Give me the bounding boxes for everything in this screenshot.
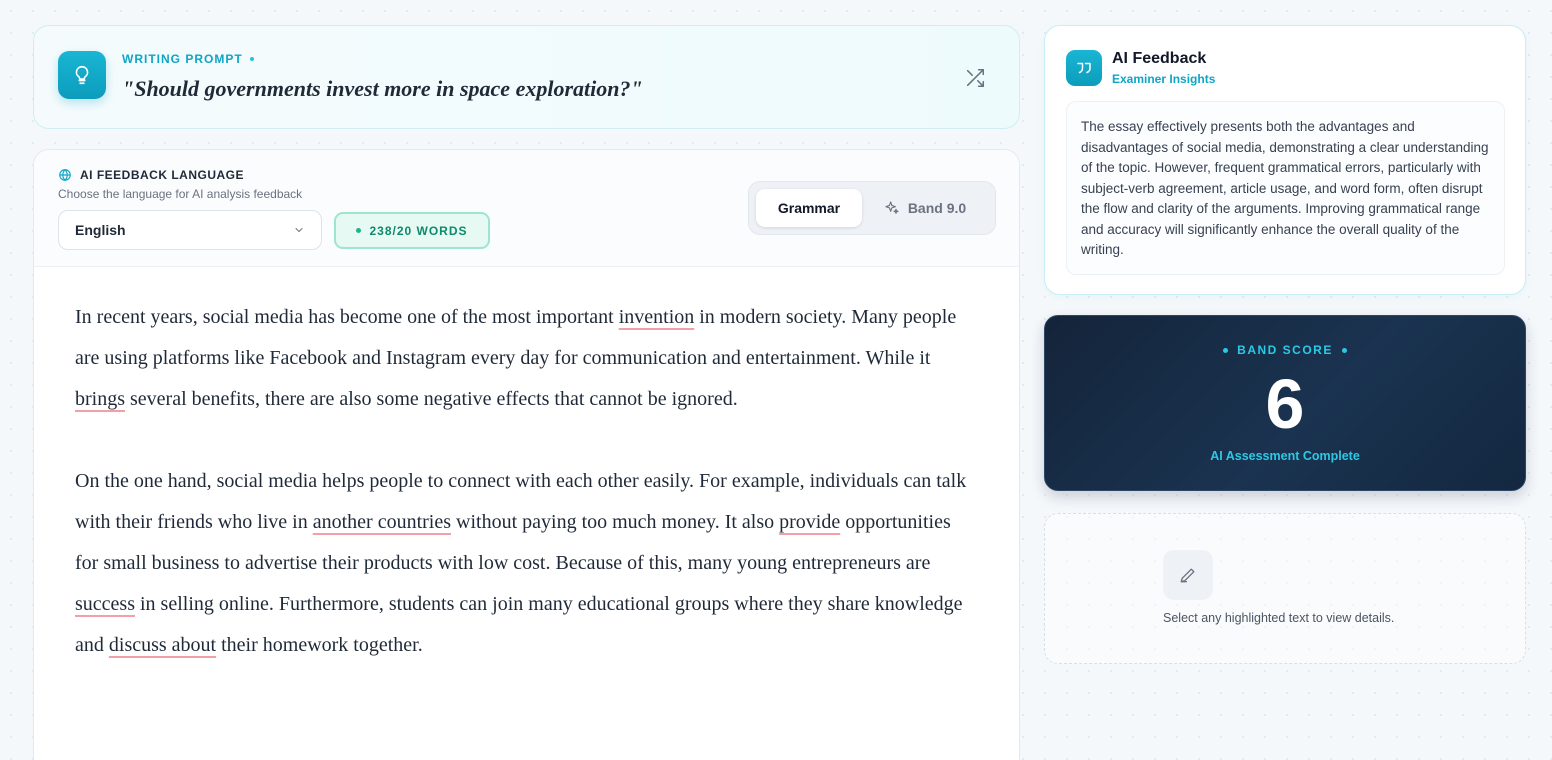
grammar-mode-button[interactable]: Grammar [756, 189, 862, 227]
word-count-text: 238/20 WORDS [369, 223, 468, 238]
sparkles-icon [885, 201, 899, 214]
word-count-badge: 238/20 WORDS [334, 212, 490, 249]
grammar-error-highlight[interactable]: another countries [313, 511, 451, 533]
essay-text: In recent years, social media has become… [75, 306, 619, 328]
band-score-card: BAND SCORE 6 AI Assessment Complete [1044, 315, 1526, 491]
feedback-subtitle: Examiner Insights [1112, 72, 1216, 86]
essay-text: several benefits, there are also some ne… [125, 388, 738, 410]
feedback-title: AI Feedback [1112, 50, 1207, 67]
band-score-label: BAND SCORE [1045, 343, 1525, 357]
grammar-mode-label: Grammar [777, 200, 841, 216]
prompt-label-dot [249, 57, 254, 61]
essay-paragraph-2: On the one hand, social media helps peop… [75, 461, 977, 666]
lightbulb-icon [58, 51, 106, 99]
language-title-text: AI FEEDBACK LANGUAGE [80, 168, 245, 182]
band-label-text: BAND SCORE [1237, 343, 1333, 357]
prompt-text: "Should governments invest more in space… [122, 76, 643, 101]
band-score-value: 6 [1265, 365, 1305, 443]
grammar-error-highlight[interactable]: discuss about [109, 634, 216, 656]
error-details-panel: Select any highlighted text to view deta… [1044, 513, 1526, 664]
band-mode-label: Band 9.0 [907, 200, 967, 216]
mode-toggle: Grammar Band 9.0 [748, 181, 996, 235]
grammar-error-highlight[interactable]: invention [619, 306, 695, 328]
language-subtitle: Choose the language for AI analysis feed… [58, 187, 303, 201]
band-mode-button[interactable]: Band 9.0 [871, 189, 979, 227]
language-select[interactable]: English [58, 210, 322, 250]
word-count-dot [356, 228, 362, 233]
essay-paragraph-1: In recent years, social media has become… [75, 297, 977, 420]
shuffle-icon [966, 68, 985, 88]
essay-text: their homework together. [216, 634, 423, 656]
prompt-label-text: WRITING PROMPT [122, 52, 243, 66]
quote-icon [1066, 50, 1102, 86]
globe-icon [59, 168, 71, 182]
shuffle-button[interactable] [961, 64, 989, 92]
essay-header: AI FEEDBACK LANGUAGE Choose the language… [34, 150, 1019, 267]
details-hint: Select any highlighted text to view deta… [1163, 611, 1395, 625]
grammar-error-highlight[interactable]: brings [75, 388, 125, 410]
prompt-label: WRITING PROMPT [122, 52, 254, 66]
essay-card: AI FEEDBACK LANGUAGE Choose the language… [33, 149, 1020, 760]
band-label-dot-right [1341, 347, 1347, 353]
pencil-icon [1163, 550, 1213, 600]
grammar-error-highlight[interactable]: success [75, 593, 135, 615]
language-title: AI FEEDBACK LANGUAGE [58, 168, 244, 182]
language-selected-value: English [75, 222, 126, 238]
assessment-status: AI Assessment Complete [1210, 449, 1360, 463]
feedback-text: The essay effectively presents both the … [1066, 101, 1505, 275]
chevron-down-icon [295, 228, 303, 233]
essay-text: without paying too much money. It also [451, 511, 780, 533]
essay-body: In recent years, social media has become… [34, 267, 1019, 666]
grammar-error-highlight[interactable]: provide [779, 511, 840, 533]
ai-feedback-card: AI Feedback Examiner Insights The essay … [1044, 25, 1526, 295]
writing-prompt-card: WRITING PROMPT "Should governments inves… [33, 25, 1020, 129]
band-label-dot-left [1223, 347, 1229, 353]
